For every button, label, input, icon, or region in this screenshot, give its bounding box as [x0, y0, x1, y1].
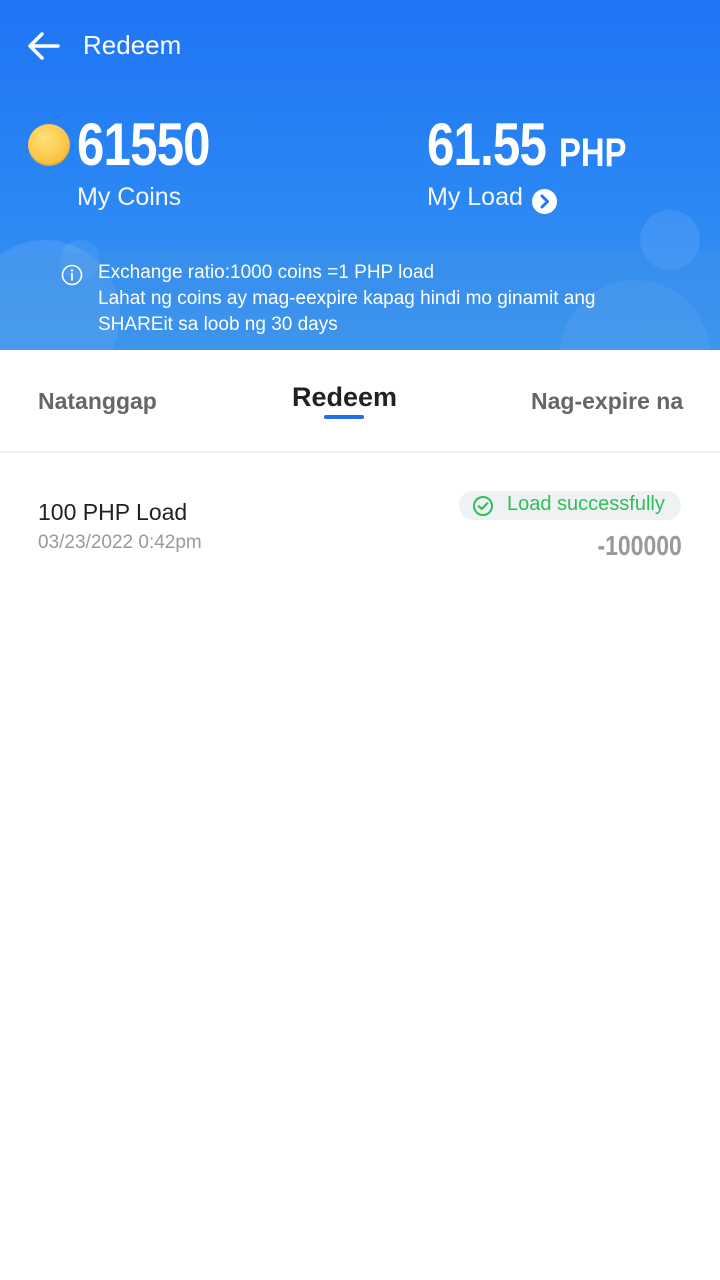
- coins-label: My Coins: [77, 183, 182, 211]
- record-date: 03/23/2022 0:42pm: [38, 532, 202, 553]
- notice-line: Exchange ratio:1000 coins =1 PHP load: [98, 262, 435, 283]
- load-balance: 61.55: [427, 111, 547, 178]
- back-arrow-icon[interactable]: [24, 26, 64, 66]
- active-tab-indicator: [324, 415, 364, 419]
- notice-line: Lahat ng coins ay mag-eexpire kapag hind…: [98, 288, 596, 309]
- tab-natanggap[interactable]: Natanggap: [38, 386, 157, 416]
- tab-redeem[interactable]: Redeem: [292, 381, 397, 413]
- status-text: Load successfully: [507, 493, 665, 515]
- info-icon: [61, 264, 83, 286]
- record-amount: -100000: [597, 530, 682, 561]
- load-currency: PHP: [559, 131, 627, 175]
- page-title: Redeem: [83, 30, 182, 60]
- record-title: 100 PHP Load: [38, 499, 188, 525]
- check-circle-icon: [472, 495, 494, 517]
- my-load-link[interactable]: My Load: [427, 182, 523, 212]
- chevron-right-circle-icon[interactable]: [532, 189, 557, 214]
- coins-balance: 61550: [77, 111, 211, 178]
- tab-nag-expire-na[interactable]: Nag-expire na: [531, 386, 683, 416]
- notice-line: SHAREit sa loob ng 30 days: [98, 314, 338, 335]
- coin-icon: [28, 124, 70, 166]
